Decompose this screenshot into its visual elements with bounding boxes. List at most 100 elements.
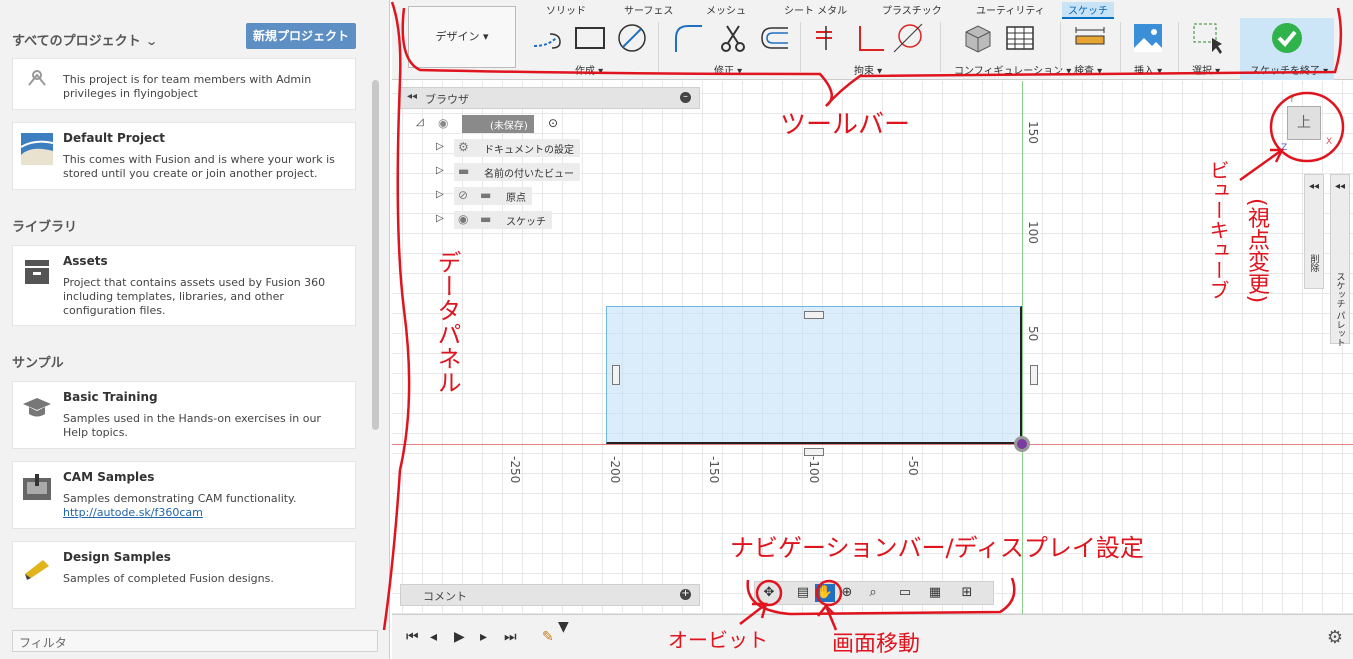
measure-icon[interactable] [1074,22,1106,54]
slot-icon[interactable] [532,22,564,54]
sample-card-cam[interactable]: CAM Samples Samples demonstrating CAM fu… [12,461,356,529]
collapse-arrow-icon[interactable]: ◂◂ [1331,181,1349,192]
eye-icon[interactable]: ◉ [458,212,468,226]
expand-triangle-icon[interactable]: ▷ [436,189,444,200]
view-cube[interactable]: 上 [1287,106,1321,140]
gear-icon[interactable]: ⚙ [1327,627,1343,648]
all-projects-dropdown[interactable]: すべてのプロジェクト ⌄ [12,30,158,49]
browser-panel-header[interactable]: ◂◂ ブラウザ – [400,87,700,109]
go-to-start-icon[interactable]: ⏮ [406,629,419,645]
project-card-default[interactable]: Default Project This comes with Fusion a… [12,122,356,190]
vertical-constraint-icon[interactable] [1030,365,1038,385]
comments-panel[interactable]: コメント + [400,584,700,606]
archive-box-icon [21,256,53,288]
configuration-cube-icon[interactable] [962,22,994,54]
finish-sketch-label: スケッチを終了 ▾ [1250,66,1329,77]
viewcube-annotation: ビューキューブ [1206,160,1230,300]
tab-sketch[interactable]: スケッチ [1062,2,1114,19]
orbit-icon[interactable]: ✥ [759,584,779,602]
circle-icon[interactable] [616,22,648,54]
horizontal-constraint-icon[interactable] [804,448,824,456]
expand-triangle-icon[interactable]: ▷ [436,141,444,152]
perpendicular-constraint-icon[interactable] [854,22,886,54]
expand-triangle-icon[interactable]: ▷ [436,213,444,224]
timeline-marker-icon[interactable]: ▼ [558,619,569,635]
insert-menu[interactable]: 挿入 ▾ [1134,62,1162,77]
delete-palette[interactable]: ◂◂ 削除 [1304,174,1324,289]
sketch-rectangle[interactable] [606,306,1022,444]
tab-surface[interactable]: サーフェス [624,2,673,17]
inspect-menu[interactable]: 検査 ▾ [1074,62,1102,77]
fit-icon[interactable]: ⌕ [863,584,883,602]
sample-card-design[interactable]: Design Samples Samples of completed Fusi… [12,541,356,609]
select-window-icon[interactable] [1192,22,1224,54]
tangent-constraint-icon[interactable] [892,22,924,54]
add-comment-icon[interactable]: + [680,589,691,600]
checkmark-icon [1272,23,1302,53]
origin-point[interactable] [1014,436,1030,452]
pan-hand-icon[interactable]: ✋ [815,584,835,602]
data-panel-annotation: データパネル [433,250,461,394]
select-menu[interactable]: 選択 ▾ [1192,62,1220,77]
project-card-assets[interactable]: Assets Project that contains assets used… [12,245,356,326]
browser-root-node[interactable]: ◿ ◉ (未保存) ⊙ [416,115,576,133]
look-at-icon[interactable]: ▤ [793,584,813,602]
x-axis-line [392,444,1353,445]
collapse-arrow-icon[interactable]: ◂◂ [407,91,417,102]
create-menu[interactable]: 作成 ▾ [575,62,603,77]
project-card-admin[interactable]: This project is for team members with Ad… [12,58,356,110]
tab-solid[interactable]: ソリッド [546,2,586,17]
vertical-constraint-icon[interactable] [612,365,620,385]
finish-sketch-button[interactable]: スケッチを終了 ▾ [1240,18,1334,80]
collapse-arrow-icon[interactable]: ◂◂ [1305,181,1323,192]
trim-scissors-icon[interactable] [717,22,749,54]
y-tick-label: 100 [1026,221,1040,244]
new-project-button[interactable]: 新規プロジェクト [246,23,356,49]
tab-plastic[interactable]: プラスチック [882,2,942,17]
eye-hidden-icon[interactable]: ⊘ [458,188,468,202]
rectangle-icon[interactable] [574,22,606,54]
eye-icon[interactable]: ◉ [438,116,448,130]
configuration-table-icon[interactable] [1004,22,1036,54]
insert-image-icon[interactable] [1132,22,1164,54]
node-label: 名前の付いたビュー [484,169,574,180]
sketch-feature-icon[interactable]: ✎ [542,629,554,645]
toolbar-divider [1060,22,1061,72]
step-back-icon[interactable]: ◂ [430,629,437,645]
activate-radio-icon[interactable]: ⊙ [548,116,558,130]
expand-triangle-icon[interactable]: ▷ [436,165,444,176]
configuration-menu[interactable]: コンフィギュレーション ▾ [954,62,1071,77]
samples-section-label: サンプル [12,356,64,371]
minimize-icon[interactable]: – [680,92,691,103]
sample-card-basic-training[interactable]: Basic Training Samples used in the Hands… [12,381,356,449]
expand-triangle-icon[interactable]: ◿ [416,117,424,128]
coincident-constraint-icon[interactable] [812,22,844,54]
design-workspace-button[interactable]: デザイン ▾ [408,6,516,68]
y-tick-label: 50 [1026,326,1040,342]
tab-mesh[interactable]: メッシュ [706,2,746,17]
fillet-icon[interactable] [672,22,704,54]
sample-desc-text: Samples demonstrating CAM functionality. [63,492,297,505]
horizontal-constraint-icon[interactable] [804,311,824,319]
display-settings-icon[interactable]: ▭ [895,584,915,602]
zoom-icon[interactable]: ⊕ [837,584,857,602]
toolbar-divider [1178,22,1179,72]
sample-desc: Samples of completed Fusion designs. [63,572,274,585]
modify-menu[interactable]: 修正 ▾ [714,62,742,77]
go-to-end-icon[interactable]: ⏭ [504,629,517,645]
sketch-palette[interactable]: ◂◂ スケッチ パレット [1330,174,1350,347]
tab-sheet-metal[interactable]: シート メタル [784,2,847,17]
sample-title: CAM Samples [63,470,155,484]
sample-desc: Samples demonstrating CAM functionality.… [63,492,348,520]
cam-samples-link[interactable]: http://autode.sk/f360cam [63,506,348,520]
offset-icon[interactable] [758,22,790,54]
viewports-icon[interactable]: ⊞ [957,584,977,602]
filter-input[interactable]: フィルタ [12,630,378,652]
grid-settings-icon[interactable]: ▦ [925,584,945,602]
constraint-menu[interactable]: 拘束 ▾ [854,62,882,77]
step-forward-icon[interactable]: ▸ [480,629,487,645]
play-icon[interactable]: ▶ [454,629,465,645]
navigation-bar: ✥ ▤ ✋ ⊕ ⌕ ▭ ▦ ⊞ [754,581,994,605]
panel-scrollbar[interactable] [372,80,379,430]
tab-utility[interactable]: ユーティリティ [976,2,1045,17]
